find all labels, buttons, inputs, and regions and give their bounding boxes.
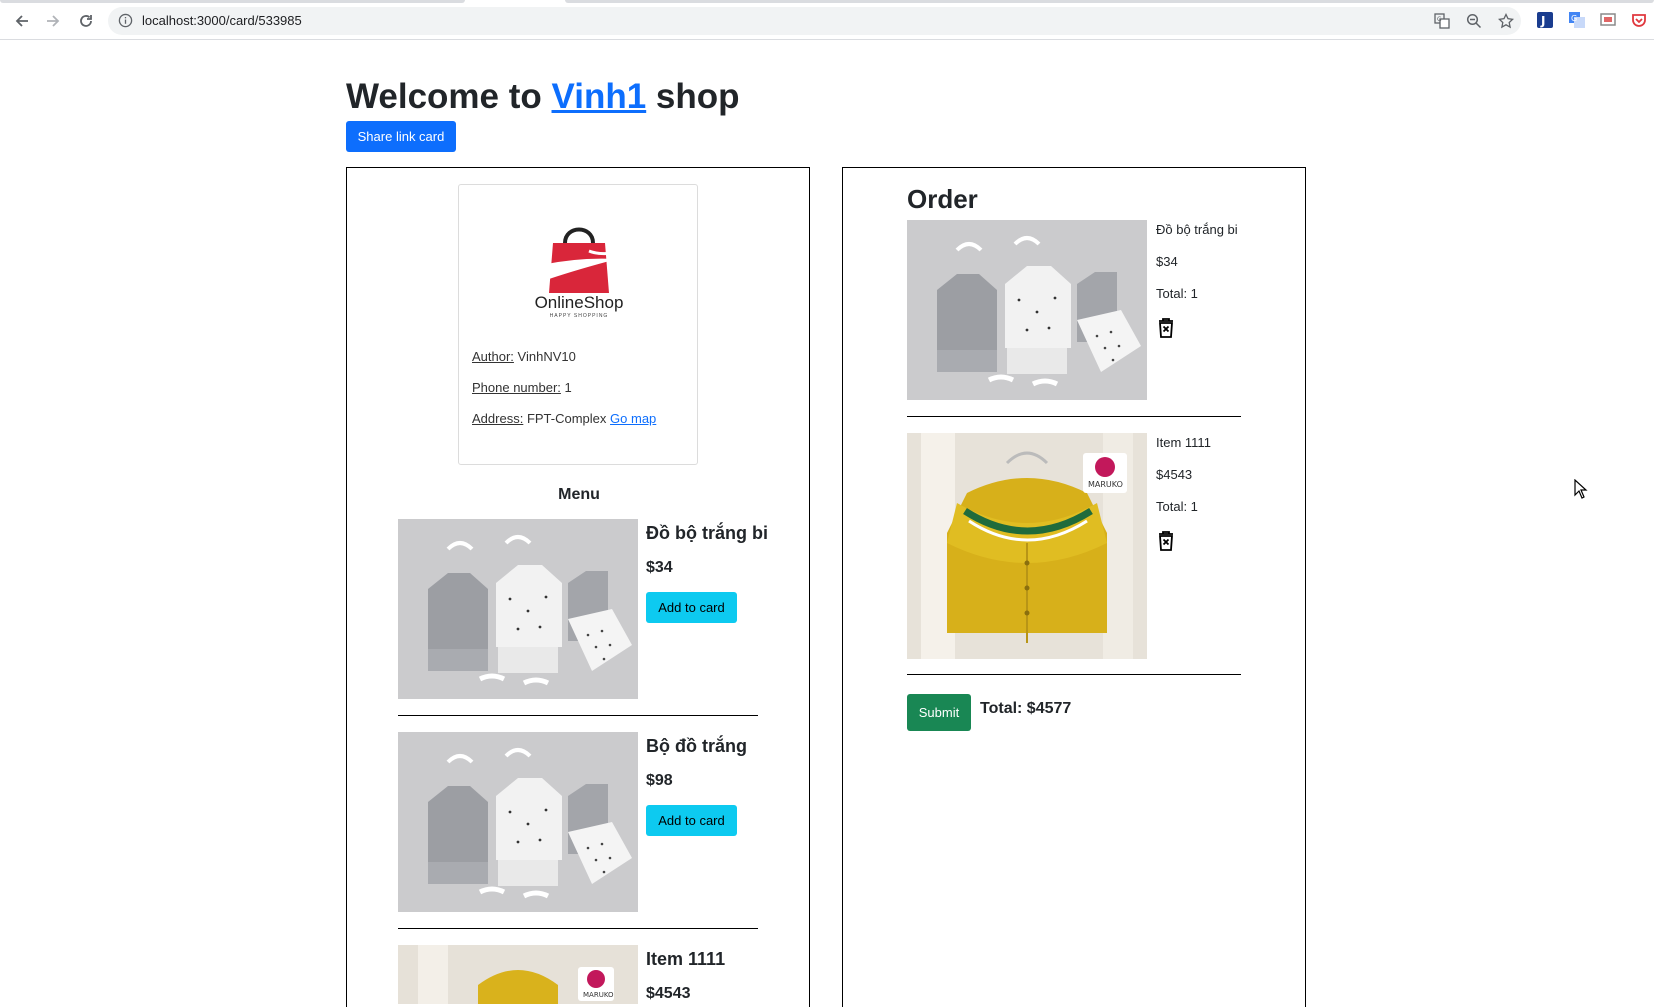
address-label: Address: xyxy=(472,411,524,426)
address-bar[interactable]: localhost:3000/card/533985 G xyxy=(108,7,1521,35)
svg-text:J: J xyxy=(1540,14,1545,28)
order-product-quantity: Total: 1 xyxy=(1156,286,1198,301)
phone-label: Phone number: xyxy=(472,380,561,395)
author-label: Author: xyxy=(472,349,514,364)
menu-panel: OnlineShop HAPPY SHOPPING Author: VinhNV… xyxy=(346,167,810,1007)
address-row: Address: FPT-Complex Go map xyxy=(472,411,656,426)
shop-info-card: OnlineShop HAPPY SHOPPING Author: VinhNV… xyxy=(458,184,698,465)
order-product-name: Đồ bộ trắng bi xyxy=(1156,222,1238,237)
svg-text:MARUKO: MARUKO xyxy=(1088,480,1123,489)
extension-pocket-icon[interactable] xyxy=(1630,11,1648,29)
order-product-price: $4543 xyxy=(1156,467,1193,482)
menu-item: MARUKO Item 1111 $4543 xyxy=(398,945,739,1005)
order-grand-total: Total: $4577 xyxy=(980,700,1072,717)
tab-strip-segment xyxy=(565,0,1654,3)
author-value: VinhNV10 xyxy=(517,349,576,364)
submit-order-button[interactable]: Submit xyxy=(907,694,971,731)
add-to-card-button[interactable]: Add to card xyxy=(646,805,737,836)
extension-cast-icon[interactable] xyxy=(1599,11,1617,29)
item-divider xyxy=(398,715,758,716)
share-link-button[interactable]: Share link card xyxy=(346,121,456,152)
extension-translate-icon[interactable]: G xyxy=(1568,11,1586,29)
phone-value: 1 xyxy=(564,380,572,395)
order-heading: Order xyxy=(907,184,978,214)
svg-text:G: G xyxy=(1571,14,1577,23)
mouse-cursor-icon xyxy=(1574,479,1588,499)
trash-x-icon[interactable] xyxy=(1156,317,1176,339)
item-divider xyxy=(398,928,758,929)
logo-text: OnlineShop xyxy=(534,293,624,312)
shop-name-link[interactable]: Vinh1 xyxy=(552,77,647,116)
product-name: Bộ đồ trắng xyxy=(646,736,747,756)
order-product-image xyxy=(907,220,1147,400)
logo-tagline: HAPPY SHOPPING xyxy=(549,313,609,319)
svg-text:G: G xyxy=(1437,16,1442,23)
title-prefix: Welcome to xyxy=(346,77,542,116)
back-icon[interactable] xyxy=(10,9,34,33)
forward-icon[interactable] xyxy=(41,9,65,33)
menu-heading: Menu xyxy=(558,486,600,503)
address-value: FPT-Complex xyxy=(526,411,607,426)
product-price: $34 xyxy=(646,559,673,576)
zoom-icon[interactable] xyxy=(1466,13,1482,29)
product-price: $4543 xyxy=(646,985,691,1002)
phone-row: Phone number: 1 xyxy=(472,380,572,395)
extension-j-icon[interactable]: J xyxy=(1536,11,1554,29)
tab-strip xyxy=(0,0,1654,3)
order-product-name: Item 1111 xyxy=(1156,435,1211,450)
trash-x-icon[interactable] xyxy=(1156,530,1176,552)
reload-icon[interactable] xyxy=(74,9,98,33)
product-image: MARUKO xyxy=(398,945,638,1004)
add-to-card-button[interactable]: Add to card xyxy=(646,592,737,623)
product-image xyxy=(398,519,638,699)
order-panel: Order Đồ bộ trắng bi $34 Total: 1 MARUKO… xyxy=(842,167,1306,1007)
order-divider xyxy=(907,416,1241,417)
bookmark-star-icon[interactable] xyxy=(1497,12,1515,29)
product-price: $98 xyxy=(646,772,673,789)
site-info-icon[interactable] xyxy=(118,13,133,33)
order-product-quantity: Total: 1 xyxy=(1156,499,1198,514)
order-product-price: $34 xyxy=(1156,254,1178,269)
page-content: Welcome to Vinh1 shop Share link card On… xyxy=(0,41,1654,1007)
product-name: Đồ bộ trắng bi xyxy=(646,523,768,543)
go-map-link[interactable]: Go map xyxy=(610,411,656,426)
url-text[interactable]: localhost:3000/card/533985 xyxy=(142,13,302,28)
author-row: Author: VinhNV10 xyxy=(472,349,576,364)
page-title: Welcome to Vinh1 shop xyxy=(346,77,740,117)
tab-strip-segment xyxy=(0,0,465,3)
product-name: Item 1111 xyxy=(646,949,726,969)
svg-text:MARUKO: MARUKO xyxy=(583,991,614,999)
order-divider xyxy=(907,674,1241,675)
product-image xyxy=(398,732,638,912)
title-suffix: shop xyxy=(655,77,740,116)
browser-toolbar: localhost:3000/card/533985 G J G xyxy=(0,0,1654,40)
order-product-image: MARUKO xyxy=(907,433,1147,659)
translate-icon[interactable]: G xyxy=(1434,13,1450,29)
